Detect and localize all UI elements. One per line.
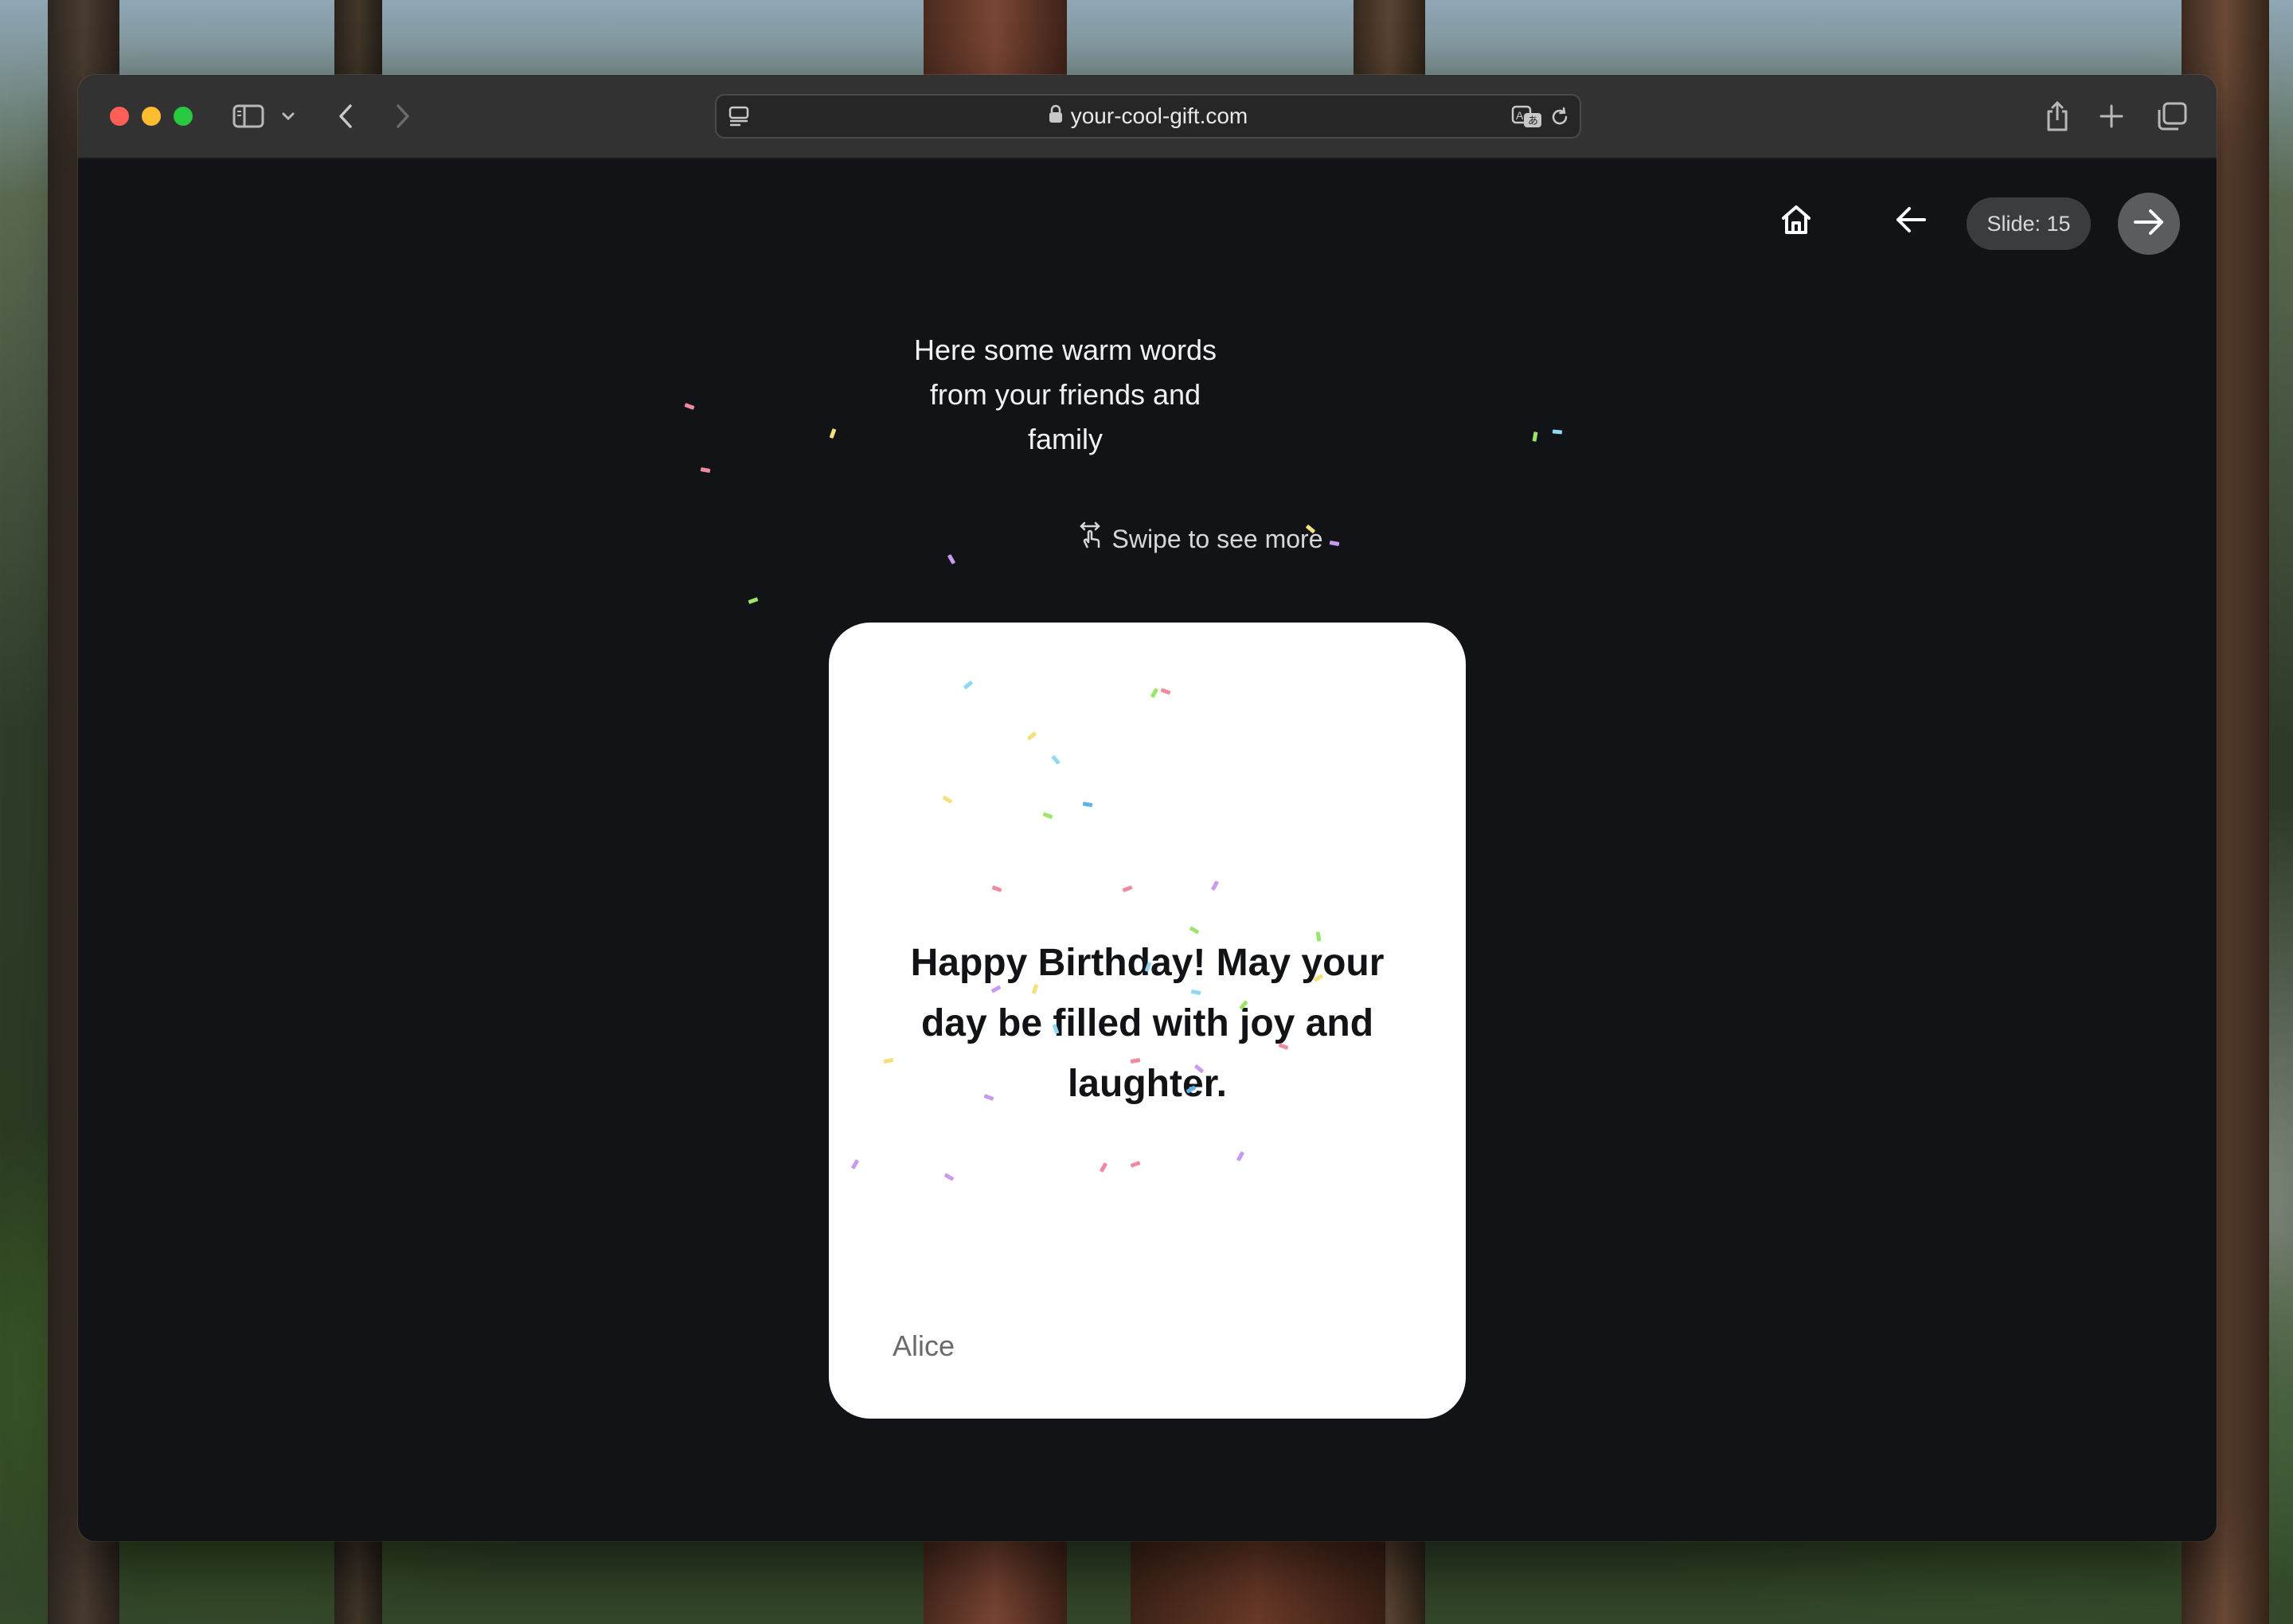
card-message: Happy Birthday! May your day be filled w… [910,942,1385,1105]
url-text: your-cool-gift.com [1070,103,1248,128]
swipe-hand-icon [1078,521,1102,556]
share-icon[interactable] [2041,99,2073,134]
svg-text:A: A [1516,109,1524,122]
tabs-icon[interactable] [2154,99,2189,134]
confetti-piece [947,554,956,564]
swipe-hint-text: Swipe to see more [1111,524,1323,553]
home-icon [1779,202,1814,241]
next-slide-button[interactable] [2118,193,2180,255]
plus-icon[interactable] [2096,99,2127,134]
home-button[interactable] [1772,197,1820,245]
swipe-hint: Swipe to see more [1010,519,1392,559]
sidebar-icon[interactable] [231,99,266,134]
url-display: your-cool-gift.com [717,96,1580,137]
maximize-window-button[interactable] [174,107,193,126]
reload-icon[interactable] [1549,107,1570,131]
confetti-piece [1532,431,1538,442]
confetti-piece [700,467,711,474]
svg-text:あ: あ [1528,115,1538,127]
chevron-down-icon[interactable] [279,99,298,134]
confetti-piece [684,403,695,410]
close-window-button[interactable] [110,107,129,126]
previous-slide-button[interactable] [1887,197,1935,245]
forward-icon[interactable] [389,99,417,134]
minimize-window-button[interactable] [142,107,161,126]
confetti-piece [829,428,837,439]
lock-icon [1049,103,1063,129]
address-bar[interactable]: your-cool-gift.com Aあ [715,94,1581,139]
confetti-piece [1552,429,1563,435]
card-author: Alice [893,1329,955,1362]
intro-text: Here some warm words from your friends a… [913,334,1217,455]
browser-toolbar: your-cool-gift.com Aあ [78,75,2217,159]
confetti-piece [748,597,759,604]
page-content: Slide: 15 Here some warm words from your… [78,159,2217,1541]
slide-counter: Slide: 15 [1967,197,2091,250]
arrow-left-icon [1895,205,1927,238]
arrow-right-icon [2133,208,2165,240]
message-card[interactable]: Happy Birthday! May your day be filled w… [829,623,1466,1419]
browser-window: your-cool-gift.com Aあ Slide: 15 Here som… [78,75,2217,1541]
translate-icon[interactable]: Aあ [1511,105,1543,133]
back-icon[interactable] [331,99,360,134]
